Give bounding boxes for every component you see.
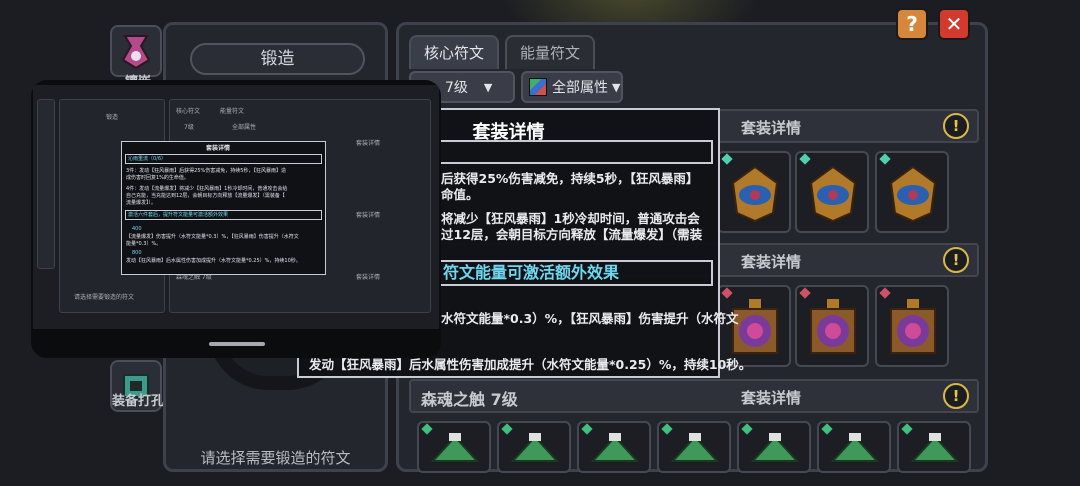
green-forest-rune-icon	[430, 433, 480, 462]
preview-forge-title: 锻造	[106, 114, 119, 121]
green-forest-rune-icon	[750, 433, 800, 462]
preview-forge-hint: 请选择需要锻造的符文	[74, 294, 135, 301]
socket-label: 装备打孔	[111, 394, 164, 409]
green-forest-rune-icon	[830, 433, 880, 462]
inlay-button[interactable]	[110, 25, 162, 77]
preview-tooltip-section-box: 激活六件套后，提升符文能量可激活额外效果	[125, 210, 322, 220]
attribute-icon	[529, 78, 547, 96]
chevron-down-icon: ▼	[483, 80, 493, 94]
attribute-filter-value: 全部属性	[552, 80, 608, 96]
tooltip-line: 将减少【狂风暴雨】1秒冷却时间，普通攻击会	[441, 211, 700, 226]
attribute-filter[interactable]: 全部属性 ▼	[521, 71, 623, 103]
blue-eye-rune-icon	[889, 165, 937, 223]
close-button[interactable]: ✕	[938, 8, 970, 40]
set-detail-label: 套装详情	[741, 119, 802, 137]
purple-spiral-rune-icon	[732, 299, 778, 354]
rune-slot[interactable]	[417, 421, 491, 473]
rune-slot[interactable]	[497, 421, 571, 473]
preview-tooltip-section: 激活六件套后，提升符文能量可激活额外效果	[128, 212, 229, 218]
preview-attribute-filter: 全部属性	[232, 124, 257, 131]
home-indicator	[209, 342, 265, 346]
green-forest-rune-icon	[590, 433, 640, 462]
rune-slot[interactable]	[717, 151, 791, 233]
tooltip-line: 水符文能量*0.3）%，【狂风暴雨】伤害提升（水符文	[441, 311, 739, 326]
set-detail-label: 套装详情	[741, 253, 802, 271]
preview-tooltip-line: 4件：发动【流量爆发】将减少【狂风暴雨】1秒冷却时间，普通攻击会给	[126, 186, 288, 192]
preview-tooltip-title: 套装详情	[206, 145, 231, 152]
tooltip-line: 过12层，会朝目标方向释放【流量爆发】（需装	[441, 227, 703, 242]
inlay-icon	[121, 35, 151, 70]
preview-tooltip-header-box: 沁雨重流（0/6）	[125, 154, 322, 164]
level-filter-value: 7级	[445, 80, 468, 96]
tooltip-line: 命值。	[441, 187, 479, 202]
blue-eye-rune-icon	[809, 165, 857, 223]
blue-eye-rune-icon	[731, 165, 779, 223]
green-forest-rune-icon	[910, 433, 960, 462]
green-forest-rune-icon	[670, 433, 720, 462]
preview-tooltip-line: 流量爆发】）。	[126, 200, 157, 206]
tooltip-section-title: 符文能量可激活额外效果	[443, 263, 620, 282]
rune-slot[interactable]	[817, 421, 891, 473]
rune-slot[interactable]	[897, 421, 971, 473]
preview-tooltip-header: 沁雨重流（0/6）	[128, 156, 167, 162]
set-info-button[interactable]: !	[943, 113, 969, 139]
preview-energy-800: 800	[132, 250, 142, 256]
preview-energy-400: 400	[132, 226, 142, 232]
rune-slot[interactable]	[875, 285, 949, 367]
screenshot-preview[interactable]: 锻造 请选择需要锻造的符文 核心符文 能量符文 7级 全部属性 套装详情 套装详…	[31, 80, 441, 358]
forge-hint: 请选择需要锻造的符文	[200, 449, 351, 467]
preview-tooltip-line: 【流量爆发】伤害提升（水符文能量*0.3）%，【狂风暴雨】伤害提升（水符文	[126, 234, 299, 240]
preview-tab-core: 核心符文	[176, 108, 201, 115]
rune-slot[interactable]	[795, 285, 869, 367]
tab-core-runes[interactable]: 核心符文	[409, 35, 499, 69]
rune-slot[interactable]	[577, 421, 651, 473]
purple-spiral-rune-icon	[890, 299, 936, 354]
preview-tooltip-line: 能量*0.3）%。	[126, 241, 162, 247]
preview-tooltip-line: 自己充能，当充能达到12层，会朝目标方向释放【流量爆发】（需装备【	[126, 193, 285, 199]
tooltip-line: 后获得25%伤害减免，持续5秒，【狂风暴雨】	[441, 171, 699, 186]
preview-set-detail: 套装详情	[356, 274, 381, 281]
preview-sidebar	[37, 99, 55, 269]
preview-tab-energy: 能量符文	[220, 108, 245, 115]
help-button[interactable]: ?	[896, 8, 928, 40]
preview-level-filter: 7级	[184, 124, 194, 131]
preview-tooltip: 套装详情 沁雨重流（0/6） 3件：发动【狂风暴雨】后获得25%伤害减免，持续5…	[121, 141, 326, 275]
preview-screen: 锻造 请选择需要锻造的符文 核心符文 能量符文 7级 全部属性 套装详情 套装详…	[33, 85, 439, 329]
tooltip-line: 发动【狂风暴雨】后水属性伤害加成提升（水符文能量*0.25）%，持续10秒。	[309, 357, 752, 372]
preview-tooltip-line: 3件：发动【狂风暴雨】后获得25%伤害减免，持续5秒，【狂风暴雨】造	[126, 168, 286, 174]
chevron-down-icon: ▼	[612, 80, 621, 94]
preview-set-detail: 套装详情	[356, 212, 381, 219]
rune-slot[interactable]	[737, 421, 811, 473]
set-row: 森魂之触 7级 套装详情 !	[409, 379, 979, 413]
rune-slot[interactable]	[795, 151, 869, 233]
green-forest-rune-icon	[510, 433, 560, 462]
rune-slot[interactable]	[875, 151, 949, 233]
preview-tooltip-line: 成伤害时回复1%的生命值。	[126, 175, 189, 181]
rune-slot[interactable]	[657, 421, 731, 473]
set-info-button[interactable]: !	[943, 247, 969, 273]
preview-tooltip-line: 发动【狂风暴雨】后水属性伤害加成提升（水符文能量*0.25）%，持续10秒。	[126, 258, 301, 264]
forge-title: 锻造	[190, 43, 365, 75]
purple-spiral-rune-icon	[810, 299, 856, 354]
set-name: 森魂之触 7级	[421, 390, 518, 409]
set-detail-label: 套装详情	[741, 389, 802, 407]
tab-energy-runes[interactable]: 能量符文	[505, 35, 595, 69]
set-info-button[interactable]: !	[943, 383, 969, 409]
preview-set-detail: 套装详情	[356, 140, 381, 147]
